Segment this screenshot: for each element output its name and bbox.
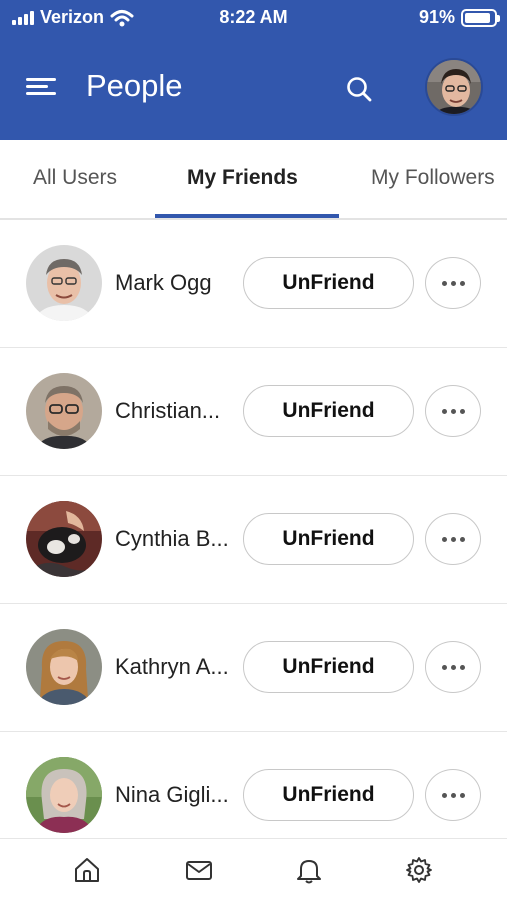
page-title: People [86,68,183,103]
friends-list: Mark Ogg UnFriend Christian... UnFriend [0,220,507,860]
unfriend-button[interactable]: UnFriend [243,257,414,309]
bell-icon[interactable] [294,855,324,885]
more-options-icon[interactable] [425,769,481,821]
battery-percent: 91% [418,7,455,27]
list-item: Mark Ogg UnFriend [0,220,507,348]
more-options-icon[interactable] [425,641,481,693]
avatar[interactable] [26,245,102,321]
list-item: Kathryn A... UnFriend [0,604,507,732]
profile-avatar[interactable] [425,58,483,116]
friend-name: Christian... [115,398,221,423]
friend-name: Nina Gigli... [115,782,229,807]
more-options-icon[interactable] [425,257,481,309]
avatar[interactable] [26,501,102,577]
more-options-icon[interactable] [425,385,481,437]
tab-my-followers[interactable]: My Followers [371,166,495,190]
unfriend-button[interactable]: UnFriend [243,513,414,565]
friend-name: Mark Ogg [115,270,212,295]
status-bar: Verizon 8:22 AM 91% [0,0,507,36]
tab-bar: All Users My Friends My Followers [0,140,507,220]
unfriend-button[interactable]: UnFriend [243,385,414,437]
list-item: Christian... UnFriend [0,348,507,476]
app-bar: People [0,40,507,140]
battery-level [465,12,491,23]
mail-icon[interactable] [184,855,214,885]
tab-all-users[interactable]: All Users [33,166,117,190]
more-options-icon[interactable] [425,513,481,565]
avatar[interactable] [26,757,102,833]
unfriend-button[interactable]: UnFriend [243,641,414,693]
unfriend-button[interactable]: UnFriend [243,769,414,821]
tab-my-friends[interactable]: My Friends [187,166,298,190]
battery-icon [461,8,500,27]
bottom-nav [0,838,507,900]
gear-icon[interactable] [404,855,434,885]
list-item: Cynthia B... UnFriend [0,476,507,604]
status-bar-right: 91% [418,7,500,28]
friend-name: Kathryn A... [115,654,229,679]
hamburger-menu-icon[interactable] [26,76,58,100]
avatar[interactable] [26,373,102,449]
active-tab-indicator [155,214,339,218]
avatar[interactable] [26,629,102,705]
app-header: Verizon 8:22 AM 91% People [0,0,507,140]
home-icon[interactable] [72,855,102,885]
friend-name: Cynthia B... [115,526,229,551]
search-icon[interactable] [344,74,374,104]
